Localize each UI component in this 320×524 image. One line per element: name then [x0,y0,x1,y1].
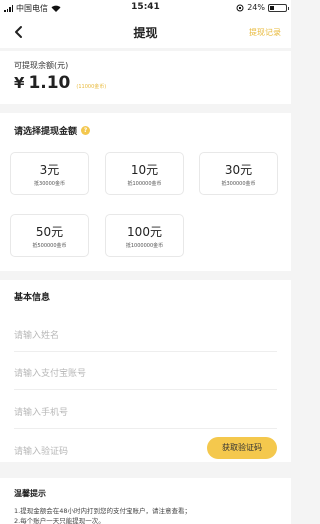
status-bar: 中国电信 15:41 24% [0,0,291,16]
get-code-button[interactable]: 获取验证码 [207,437,277,459]
tip-line: 2.每个账户一天只能提现一次。 [14,517,105,524]
basic-info-section: 基本信息 请输入姓名 请输入支付宝账号 请输入手机号 请输入验证码 获取验证码 [0,280,291,462]
name-placeholder: 请输入姓名 [14,331,60,341]
basic-info-title: 基本信息 [14,293,51,303]
withdraw-record-link[interactable]: 提现记录 [249,27,281,38]
amount-option-100[interactable]: 100元 抵1000000金币 [105,214,184,257]
amount-option-50[interactable]: 50元 抵500000金币 [10,214,89,257]
option-amount: 100元 [127,225,162,239]
name-input[interactable]: 请输入姓名 [14,314,277,352]
help-icon[interactable]: ? [81,126,91,135]
currency-symbol: ¥ [14,74,25,92]
code-placeholder: 请输入验证码 [14,447,69,457]
alipay-account-input[interactable]: 请输入支付宝账号 [14,352,277,390]
amount-option-3[interactable]: 3元 抵30000金币 [10,152,89,195]
verification-code-input[interactable]: 请输入验证码 获取验证码 [14,430,277,468]
tips-section: 温馨提示 1.提现金额会在48小时内打到您的支付宝账户，请注意查看； 2.每个账… [0,478,291,524]
alipay-placeholder: 请输入支付宝账号 [14,369,87,379]
amount-option-30[interactable]: 30元 抵300000金币 [199,152,278,195]
amount-section-title: 请选择提现金额 [14,127,78,137]
balance-label: 可提现余额(元) [14,61,69,70]
battery-icon [268,3,289,12]
balance-coins: (11000金币) [76,84,107,90]
balance-amount: 1.10 [28,73,71,93]
option-amount: 10元 [130,163,159,177]
nav-bar: 提现 提现记录 [0,16,291,48]
tip-line: 1.提现金额会在48小时内打到您的支付宝账户，请注意查看； [14,507,191,515]
option-amount: 50元 [35,225,64,239]
amount-option-10[interactable]: 10元 抵100000金币 [105,152,184,195]
option-amount: 30元 [224,163,253,177]
option-coins: 抵100000金币 [127,181,162,187]
orientation-lock-icon [236,4,244,11]
tips-title: 温馨提示 [14,489,46,498]
balance-card: 可提现余额(元) ¥ 1.10 (11000金币) [0,51,291,104]
battery-percent: 24% [247,3,265,12]
option-coins: 抵1000000金币 [125,243,164,249]
option-coins: 抵500000金币 [32,243,67,249]
option-coins: 抵30000金币 [34,181,65,187]
page-title: 提现 [133,26,158,40]
phone-placeholder: 请输入手机号 [14,408,69,418]
phone-input[interactable]: 请输入手机号 [14,391,277,429]
option-amount: 3元 [39,163,60,177]
option-coins: 抵300000金币 [221,181,256,187]
amount-section: 请选择提现金额 ? 3元 抵30000金币 10元 抵100000金币 30元 … [0,113,291,271]
